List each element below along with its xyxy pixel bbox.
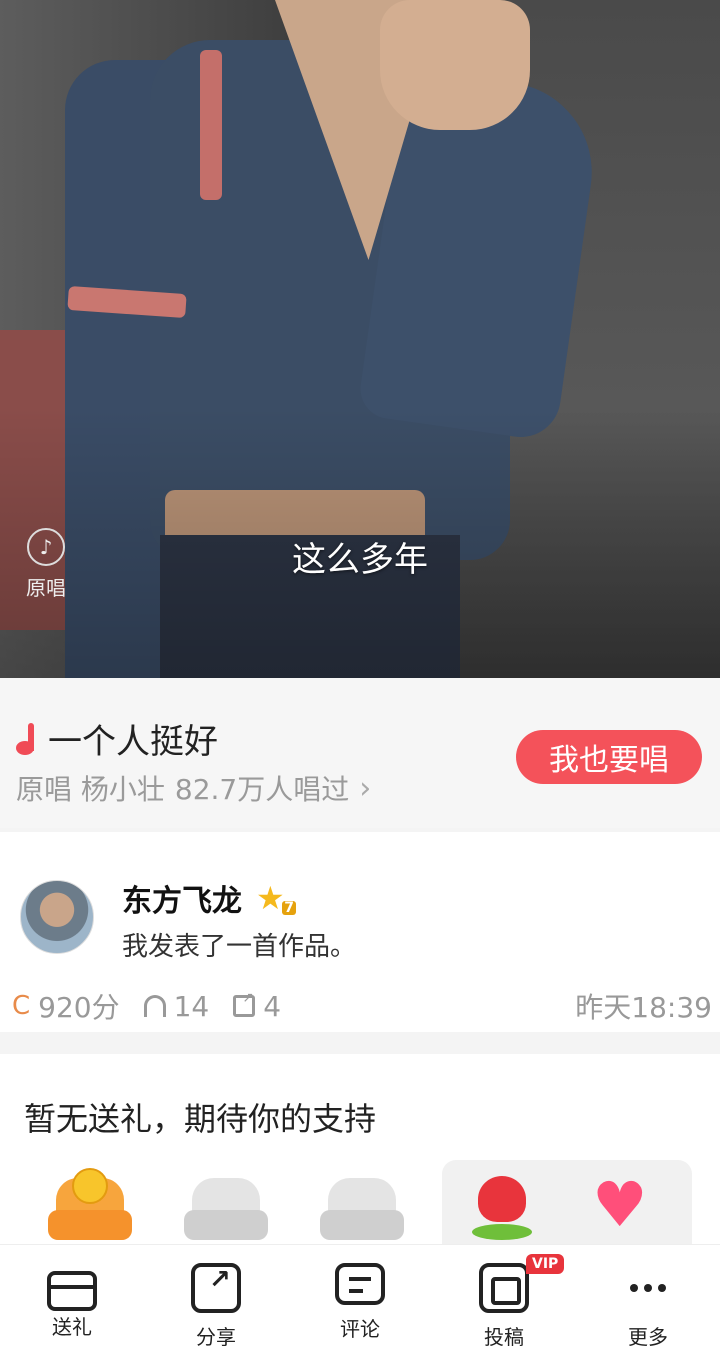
level-number: 7	[282, 900, 296, 916]
gift-options: ♥	[442, 1160, 692, 1254]
sofa-base	[48, 1210, 132, 1240]
gift-empty-text: 暂无送礼，期待你的支持	[24, 1100, 377, 1138]
share-icon	[191, 1263, 241, 1313]
song-meta[interactable]: 原唱 杨小壮 82.7万人唱过 ›	[16, 768, 371, 808]
username-row[interactable]: 东方飞龙 ★ 7	[122, 876, 296, 920]
heart-icon[interactable]: ♥	[592, 1174, 648, 1236]
lyric-line: 这么多年	[292, 540, 428, 580]
more-icon	[623, 1263, 673, 1313]
sofa-base	[184, 1210, 268, 1240]
dot	[630, 1284, 638, 1292]
chevron-right-icon: ›	[359, 770, 372, 806]
gift-seat-2[interactable]	[184, 1178, 268, 1246]
tab-gift-label: 送礼	[52, 1315, 92, 1339]
gift-section: 暂无送礼，期待你的支持 ♥	[0, 1054, 720, 1254]
tab-gift[interactable]: 送礼	[0, 1245, 144, 1356]
listen-count: 14	[173, 989, 210, 1023]
post-icon	[479, 1263, 529, 1313]
dot	[658, 1284, 666, 1292]
listen-stat: 14	[143, 989, 210, 1023]
song-info[interactable]: 一个人挺好 原唱 杨小壮 82.7万人唱过 › 我也要唱	[0, 678, 720, 828]
coin-c-icon: C	[12, 991, 31, 1021]
post-card: 东方飞龙 ★ 7 我发表了一首作品。 C 920分 14 4 昨天18:39	[0, 832, 720, 1032]
tab-comment-label: 评论	[340, 1317, 380, 1341]
song-title: 一个人挺好	[48, 722, 218, 762]
sing-count: 82.7万人唱过	[174, 773, 350, 806]
headphones-icon	[143, 995, 166, 1017]
vip-badge: VIP	[526, 1254, 565, 1274]
coin-icon	[72, 1168, 108, 1204]
share-stat: 4	[233, 990, 281, 1023]
username: 东方飞龙	[122, 884, 242, 919]
bottom-action-bar: 送礼 分享 评论 投稿 更多	[0, 1244, 720, 1356]
sofa-base	[320, 1210, 404, 1240]
score-value: 920分	[38, 991, 120, 1024]
tab-share[interactable]: 分享	[144, 1245, 288, 1356]
post-stats: C 920分 14 4	[12, 986, 305, 1026]
song-title-row: 一个人挺好	[16, 714, 218, 763]
score-stat: C 920分	[12, 986, 120, 1026]
rose-leaf	[472, 1224, 532, 1240]
dot	[644, 1284, 652, 1292]
tab-share-label: 分享	[196, 1325, 236, 1349]
level-badge: ★ 7	[256, 881, 296, 915]
rose-icon[interactable]	[472, 1176, 532, 1246]
star-icon: ★	[256, 879, 285, 917]
avatar[interactable]	[20, 880, 94, 954]
tab-post-label: 投稿	[484, 1325, 524, 1349]
gift-seat-1[interactable]	[48, 1168, 132, 1246]
video-player[interactable]: ♪ 原唱 这么多年	[0, 0, 720, 678]
music-note-icon	[16, 721, 38, 757]
tab-more[interactable]: 更多	[576, 1245, 720, 1356]
comment-icon	[335, 1263, 385, 1305]
original-singer: 原唱 杨小壮	[16, 773, 165, 806]
sing-too-button[interactable]: 我也要唱	[516, 730, 702, 784]
rose-bud	[478, 1176, 526, 1222]
share-icon	[233, 990, 256, 1017]
gift-seat-3[interactable]	[320, 1178, 404, 1246]
tab-comment[interactable]: 评论	[288, 1245, 432, 1356]
post-text: 我发表了一首作品。	[122, 932, 357, 962]
tab-more-label: 更多	[628, 1325, 668, 1349]
share-count: 4	[263, 989, 282, 1023]
gift-icon	[47, 1271, 97, 1311]
post-time: 昨天18:39	[575, 991, 712, 1024]
